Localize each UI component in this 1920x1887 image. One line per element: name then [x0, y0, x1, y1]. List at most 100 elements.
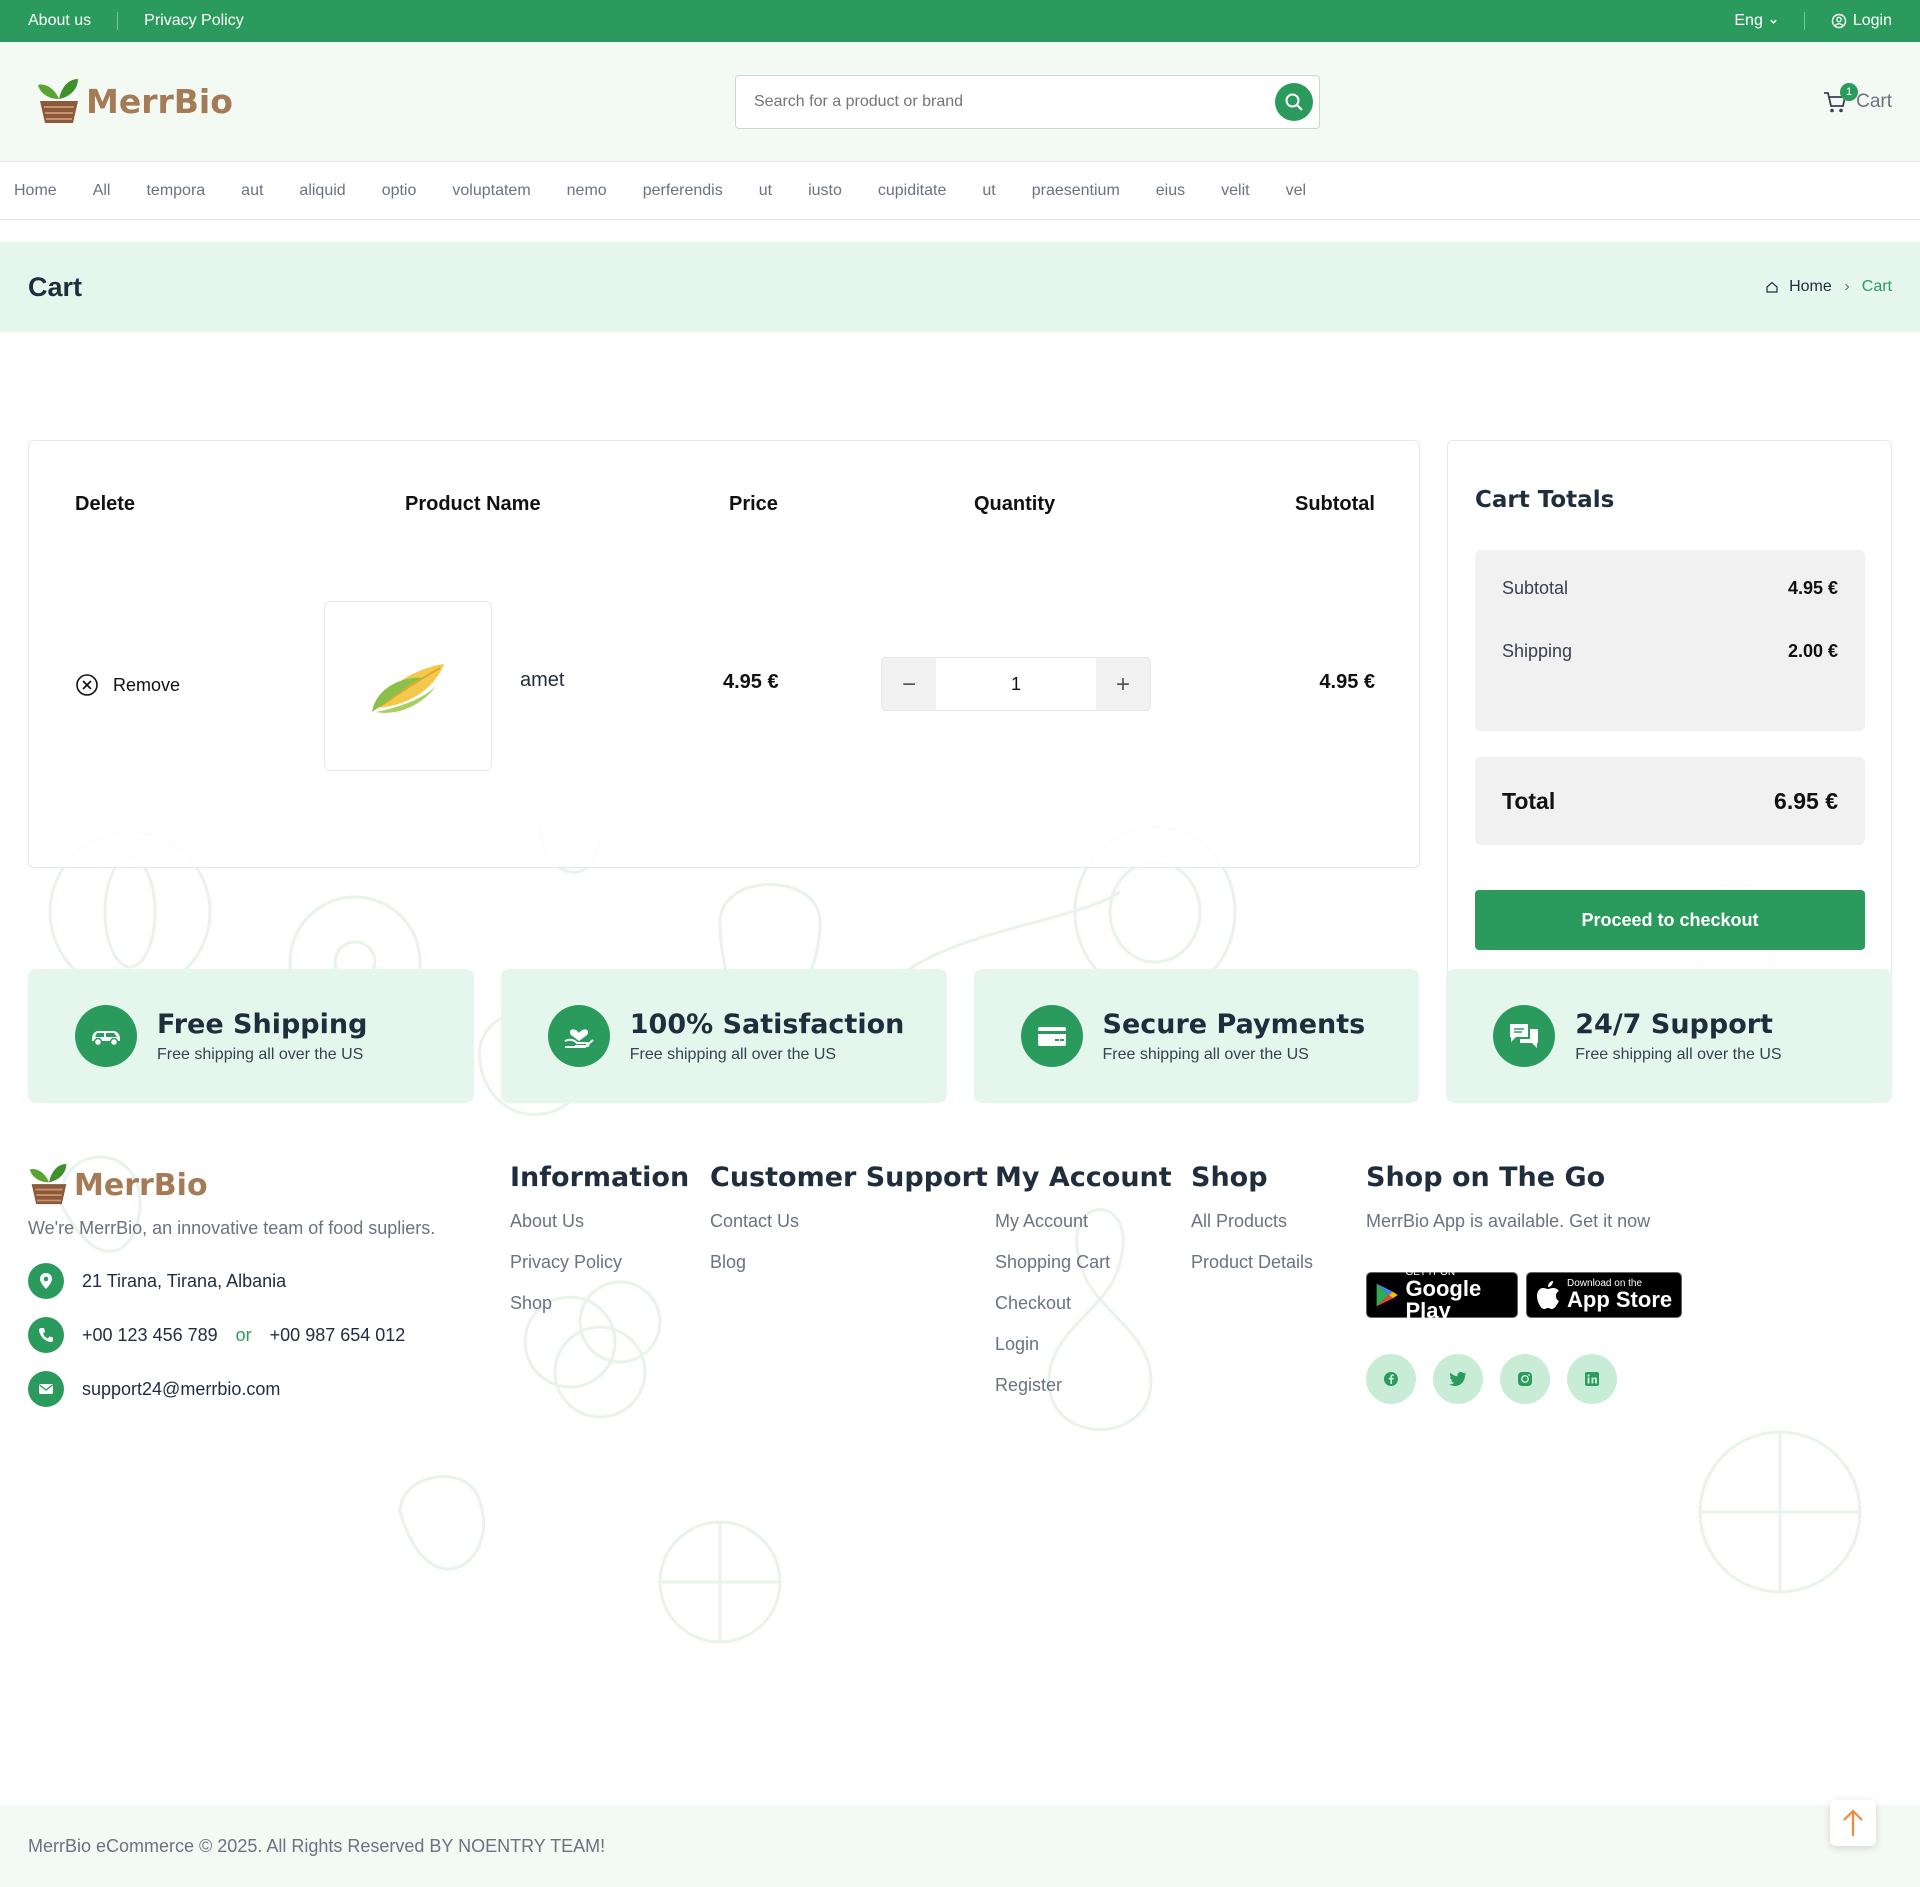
row-subtotal: 4.95 € [1319, 671, 1375, 693]
page-header: Cart Home Cart [0, 242, 1920, 332]
feature-card: 100% Satisfaction Free shipping all over… [500, 969, 947, 1103]
search-icon [1285, 93, 1303, 111]
remove-button[interactable]: Remove [75, 673, 180, 697]
nav-item[interactable]: tempora [146, 182, 205, 200]
google-play-icon [1376, 1283, 1398, 1307]
feature-title: 24/7 Support [1575, 1008, 1773, 1040]
language-selector[interactable]: Eng [1734, 12, 1777, 30]
product-name[interactable]: amet [520, 669, 564, 692]
plant-basket-icon [38, 78, 78, 123]
nav-item[interactable]: aut [241, 182, 263, 200]
quantity-value[interactable]: 1 [936, 658, 1096, 710]
footer-link-blog[interactable]: Blog [710, 1252, 988, 1273]
phone-secondary[interactable]: +00 987 654 012 [270, 1325, 406, 1346]
shipping-value: 2.00 € [1787, 641, 1838, 661]
footer-heading: Information [510, 1162, 690, 1193]
mail-icon [28, 1371, 64, 1407]
site-footer: MerrBio We're MerrBio, an innovative tea… [0, 1162, 1920, 1542]
nav-item[interactable]: vel [1286, 182, 1306, 200]
column-header-product: Product Name [405, 493, 541, 515]
cart-totals-panel: Cart Totals Subtotal 4.95 € Shipping 2.0… [1447, 440, 1892, 996]
instagram-icon[interactable] [1500, 1354, 1550, 1404]
app-available-text: MerrBio App is available. Get it now [1366, 1211, 1651, 1231]
nav-item[interactable]: voluptatem [452, 182, 530, 200]
facebook-icon[interactable] [1366, 1354, 1416, 1404]
privacy-policy-link[interactable]: Privacy Policy [144, 12, 244, 30]
page-title: Cart [28, 271, 83, 302]
phone-icon [28, 1317, 64, 1353]
site-header: MerrBio 1 Cart [0, 42, 1920, 162]
totals-breakdown: Subtotal 4.95 € Shipping 2.00 € [1475, 550, 1865, 731]
footer-heading: Customer Support [710, 1162, 988, 1193]
phone-primary[interactable]: +00 123 456 789 [82, 1325, 218, 1346]
quantity-increase-button[interactable]: + [1096, 658, 1150, 710]
divider [117, 12, 119, 30]
footer-link-shopping-cart[interactable]: Shopping Cart [995, 1252, 1172, 1273]
contact-phone: +00 123 456 789 or +00 987 654 012 [28, 1317, 435, 1353]
plant-basket-icon [29, 1164, 67, 1205]
footer-link-about[interactable]: About Us [510, 1211, 689, 1232]
phone-separator: or [235, 1324, 252, 1345]
product-price: 4.95 € [723, 671, 779, 693]
footer-link-product-details[interactable]: Product Details [1191, 1252, 1313, 1273]
footer-link-privacy[interactable]: Privacy Policy [510, 1252, 689, 1273]
nav-item[interactable]: nemo [567, 182, 607, 200]
nav-item[interactable]: ut [759, 182, 772, 200]
subtotal-label: Subtotal [1502, 578, 1569, 598]
search-input[interactable] [754, 92, 1234, 111]
nav-item[interactable]: cupiditate [878, 182, 947, 200]
nav-item-all[interactable]: All [93, 182, 111, 200]
arrow-up-icon [1843, 1809, 1863, 1836]
footer-link-all-products[interactable]: All Products [1191, 1211, 1313, 1232]
app-store-text: App Store [1567, 1287, 1673, 1312]
footer-shop-column: Shop All Products Product Details [1191, 1162, 1313, 1293]
login-link[interactable]: Login [1831, 12, 1892, 30]
cart-label: Cart [1856, 90, 1892, 112]
feature-card: Secure Payments Free shipping all over t… [973, 969, 1420, 1103]
header-cart-link[interactable]: 1 Cart [1822, 82, 1892, 115]
search-button[interactable] [1275, 82, 1313, 121]
language-label: Eng [1734, 12, 1763, 29]
nav-item[interactable]: ut [982, 182, 995, 200]
footer-link-checkout[interactable]: Checkout [995, 1293, 1172, 1314]
footer-link-register[interactable]: Register [995, 1375, 1172, 1396]
breadcrumb-home[interactable]: Home [1789, 278, 1832, 296]
linkedin-icon[interactable] [1567, 1354, 1617, 1404]
google-play-badge[interactable]: GET IT ON Google Play [1366, 1268, 1518, 1322]
column-header-quantity: Quantity [974, 493, 1056, 515]
footer-link-login[interactable]: Login [995, 1334, 1172, 1355]
column-header-price: Price [729, 493, 778, 515]
product-thumbnail[interactable] [324, 601, 492, 771]
nav-item[interactable]: optio [382, 182, 417, 200]
home-icon [1766, 281, 1778, 293]
about-us-link[interactable]: About us [28, 12, 91, 30]
nav-item[interactable]: praesentium [1032, 182, 1120, 200]
main-content: Delete Product Name Price Quantity Subto… [0, 332, 1920, 1686]
quantity-stepper: − 1 + [881, 657, 1151, 711]
nav-item-home[interactable]: Home [14, 182, 57, 200]
feature-card: Free Shipping Free shipping all over the… [28, 969, 474, 1103]
email-text[interactable]: support24@merrbio.com [82, 1379, 280, 1400]
footer-link-shop[interactable]: Shop [510, 1293, 689, 1314]
nav-item[interactable]: perferendis [643, 182, 723, 200]
quantity-decrease-button[interactable]: − [882, 658, 936, 710]
nav-item[interactable]: iusto [808, 182, 842, 200]
footer-heading: Shop on The Go [1366, 1162, 1606, 1193]
footer-link-my-account[interactable]: My Account [995, 1211, 1172, 1232]
social-links [1366, 1354, 1682, 1404]
nav-item[interactable]: velit [1221, 182, 1249, 200]
footer-link-contact[interactable]: Contact Us [710, 1211, 988, 1232]
search-bar [735, 74, 1320, 129]
footer-logo[interactable]: MerrBio [28, 1162, 435, 1208]
proceed-to-checkout-button[interactable]: Proceed to checkout [1475, 890, 1865, 950]
twitter-icon[interactable] [1433, 1354, 1483, 1404]
hand-heart-icon [547, 1005, 610, 1067]
nav-item[interactable]: aliquid [299, 182, 345, 200]
copyright-text: MerrBio eCommerce © 2025. All Rights Res… [28, 1835, 606, 1856]
google-play-text: Google Play [1405, 1276, 1482, 1323]
app-store-badge[interactable]: Download on the App Store [1526, 1272, 1682, 1318]
nav-item[interactable]: eius [1156, 182, 1185, 200]
scroll-to-top-button[interactable] [1830, 1800, 1876, 1846]
logo[interactable]: MerrBio [36, 77, 233, 127]
feature-subtitle: Free shipping all over the US [1102, 1045, 1309, 1063]
